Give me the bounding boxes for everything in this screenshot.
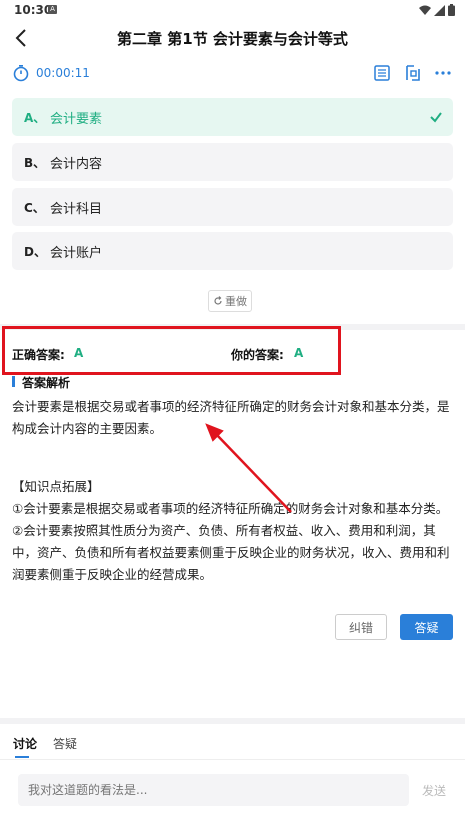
timer: 00:00:11 <box>36 66 90 80</box>
active-tab-indicator <box>15 756 29 758</box>
option-letter: A、 <box>24 111 46 125</box>
option-c[interactable]: C、 会计科目 <box>12 188 453 226</box>
redo-icon <box>214 296 222 305</box>
option-text: 会计要素 <box>50 112 103 127</box>
section-marker <box>12 376 15 387</box>
send-button[interactable]: 发送 <box>422 782 446 799</box>
option-text: 会计内容 <box>50 157 103 172</box>
status-icons <box>419 4 455 16</box>
comment-input[interactable] <box>18 774 409 806</box>
correct-error-button[interactable]: 纠错 <box>335 614 387 640</box>
wifi-icon <box>419 5 431 15</box>
extension-title: 【知识点拓展】 <box>12 479 100 494</box>
header: 第二章 第1节 会计要素与会计等式 <box>0 20 465 56</box>
option-d[interactable]: D、 会计账户 <box>12 232 453 270</box>
option-b[interactable]: B、 会计内容 <box>12 143 453 181</box>
section-divider <box>0 718 465 724</box>
option-letter: B、 <box>24 156 46 170</box>
analysis-title: 答案解析 <box>22 376 71 390</box>
redo-label: 重做 <box>225 295 247 308</box>
option-text: 会计账户 <box>50 246 103 261</box>
option-a[interactable]: A、 会计要素 <box>12 98 453 136</box>
app-notification-icon: A <box>48 5 57 14</box>
toolbar: 00:00:11 <box>0 60 465 86</box>
extension-point-2: ②会计要素按照其性质分为资产、负债、所有者权益、收入、费用和利润，其中，资产、负… <box>12 523 450 582</box>
battery-icon <box>448 4 455 16</box>
status-time: 10:30 <box>14 3 53 17</box>
option-letter: C、 <box>24 201 45 215</box>
more-icon[interactable] <box>434 64 452 82</box>
your-answer-label: 你的答案: <box>231 348 284 362</box>
option-letter: D、 <box>24 245 46 259</box>
analysis-text: 会计要素是根据交易或者事项的经济特征所确定的财务会计对象和基本分类，是构成会计内… <box>12 399 450 436</box>
ask-question-button[interactable]: 答疑 <box>400 614 453 640</box>
status-bar: 10:30 A <box>0 0 465 20</box>
knowledge-extension: 【知识点拓展】 ①会计要素是根据交易或者事项的经济特征所确定的财务会计对象和基本… <box>12 476 456 586</box>
redo-button[interactable]: 重做 <box>208 290 252 312</box>
correct-answer-value: A <box>74 346 84 360</box>
note-icon[interactable] <box>404 64 422 82</box>
answer-sheet-icon[interactable] <box>373 64 391 82</box>
check-icon <box>430 112 442 123</box>
tab-qa[interactable]: 答疑 <box>53 735 77 752</box>
your-answer-value: A <box>294 346 304 360</box>
option-text: 会计科目 <box>50 202 103 217</box>
correct-answer-label: 正确答案: <box>12 348 65 362</box>
stopwatch-icon <box>13 65 29 82</box>
signal-icon <box>434 4 445 16</box>
bottom-tabs: 讨论 答疑 <box>0 726 465 760</box>
page-title: 第二章 第1节 会计要素与会计等式 <box>117 30 348 48</box>
tab-discussion[interactable]: 讨论 <box>13 735 37 752</box>
extension-point-1: ①会计要素是根据交易或者事项的经济特征所确定的财务会计对象和基本分类。 <box>12 501 449 516</box>
